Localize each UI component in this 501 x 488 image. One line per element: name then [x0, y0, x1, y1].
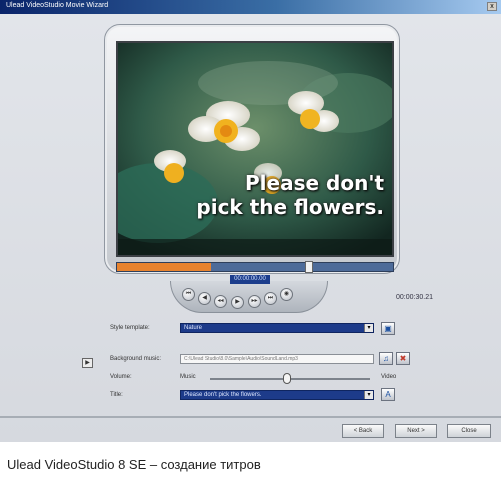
style-template-select[interactable]: Nature ▾ — [180, 323, 374, 333]
volume-video-label: Video — [381, 374, 397, 380]
title-font-icon[interactable]: A — [381, 388, 395, 401]
duration-readout: 00:00:30.21 — [396, 294, 433, 301]
preview-screen: Please don't pick the flowers. — [116, 41, 394, 257]
play-icon[interactable]: ▶ — [231, 296, 244, 309]
volume-slider-thumb[interactable] — [283, 373, 291, 384]
background-music-label: Background music: — [110, 356, 162, 362]
home-icon[interactable]: ⏮ — [182, 288, 195, 301]
preview-style-icon[interactable]: ▣ — [381, 322, 395, 335]
rewind-icon[interactable]: ◂◂ — [214, 295, 227, 308]
prev-frame-icon[interactable]: ◀ — [198, 292, 211, 305]
forward-icon[interactable]: ▸▸ — [248, 295, 261, 308]
window-title: Ulead VideoStudio Movie Wizard — [6, 2, 109, 9]
close-button[interactable]: Close — [447, 424, 491, 438]
flower-image — [118, 43, 392, 255]
title-caption[interactable]: Please don't pick the flowers. — [174, 171, 384, 219]
title-value: Please don't pick the flowers. — [184, 392, 262, 398]
footer-divider — [0, 416, 501, 418]
style-template-label: Style template: — [110, 325, 150, 331]
style-template-value: Nature — [184, 325, 203, 331]
caption-line-1: Please don't — [245, 171, 384, 195]
scrub-progress — [117, 263, 211, 271]
timecode-display: 00:00:00.00 — [230, 275, 270, 284]
scrub-handle[interactable] — [305, 261, 313, 273]
chevron-down-icon[interactable]: ▾ — [364, 391, 373, 399]
caption-line-2: pick the flowers. — [196, 195, 384, 219]
close-window-button[interactable]: x — [487, 2, 497, 11]
title-select[interactable]: Please don't pick the flowers. ▾ — [180, 390, 374, 400]
volume-label: Volume: — [110, 374, 132, 380]
title-label: Title: — [110, 392, 123, 398]
chevron-down-icon[interactable]: ▾ — [364, 324, 373, 332]
wizard-window: Ulead VideoStudio Movie Wizard x Please … — [0, 0, 501, 442]
back-button[interactable]: < Back — [342, 424, 384, 438]
title-bar: Ulead VideoStudio Movie Wizard x — [0, 0, 501, 14]
play-music-icon[interactable]: ▶ — [82, 358, 93, 368]
music-library-icon[interactable]: ♫ — [379, 352, 393, 365]
volume-music-label: Music — [180, 374, 196, 380]
background-music-field[interactable]: C:\Ulead Studio\8.0\Sample\Audio\SoundLa… — [180, 354, 374, 364]
next-button[interactable]: Next > — [395, 424, 437, 438]
end-icon[interactable]: ⏭ — [264, 292, 277, 305]
delete-music-icon[interactable]: ✖ — [396, 352, 410, 365]
figure-caption: Ulead VideoStudio 8 SE – создание титров — [7, 457, 261, 472]
scrub-bar[interactable] — [116, 261, 394, 273]
volume-icon[interactable]: ◉ — [280, 288, 293, 301]
